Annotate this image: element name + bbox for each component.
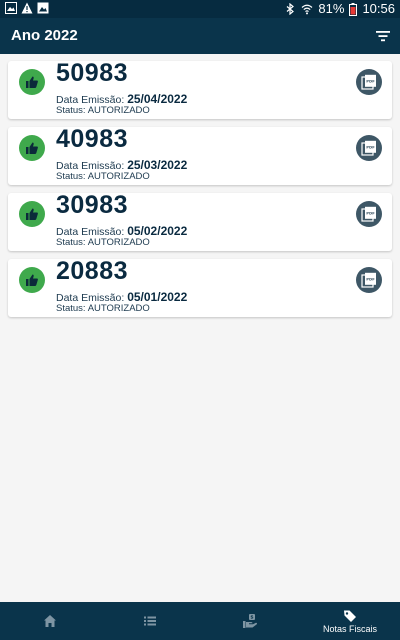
- tag-icon: [344, 610, 356, 622]
- svg-text:$: $: [250, 614, 253, 620]
- hand-coin-icon: $: [243, 613, 258, 628]
- bluetooth-icon: [287, 3, 295, 15]
- pdf-icon: PDF: [361, 74, 376, 90]
- issue-date-value: 25/04/2022: [127, 92, 188, 106]
- battery-percent: 81%: [318, 1, 345, 16]
- wifi-icon: [302, 4, 313, 15]
- issue-date-line: Data Emissão: 05/01/2022: [56, 290, 187, 304]
- thumbs-up-icon: [19, 135, 45, 161]
- nav-list[interactable]: [100, 602, 200, 640]
- status-label: Status:: [56, 171, 86, 182]
- status-line: Status: AUTORIZADO: [56, 237, 150, 248]
- thumbs-up-icon: [19, 267, 45, 293]
- status-value: AUTORIZADO: [87, 237, 150, 248]
- issue-date-line: Data Emissão: 25/04/2022: [56, 92, 187, 106]
- pdf-button[interactable]: PDF: [356, 69, 382, 95]
- nav-payments[interactable]: $: [200, 602, 300, 640]
- filter-icon[interactable]: [374, 27, 392, 45]
- issue-date-line: Data Emissão: 25/03/2022: [56, 158, 187, 172]
- pdf-button[interactable]: PDF: [356, 267, 382, 293]
- warning-icon: [21, 2, 33, 14]
- bottom-navigation: $ Notas Fiscais: [0, 602, 400, 640]
- invoice-card[interactable]: 50983 Data Emissão: 25/04/2022 Status: A…: [8, 59, 392, 119]
- invoice-number: 50983: [56, 59, 129, 87]
- svg-text:PDF: PDF: [366, 145, 375, 150]
- status-value: AUTORIZADO: [87, 303, 150, 314]
- thumbs-up-icon: [19, 69, 45, 95]
- invoice-number: 20883: [56, 257, 129, 285]
- invoice-card[interactable]: 40983 Data Emissão: 25/03/2022 Status: A…: [8, 125, 392, 185]
- svg-text:PDF: PDF: [366, 211, 375, 216]
- nav-home[interactable]: [0, 602, 100, 640]
- issue-date-value: 25/03/2022: [127, 158, 188, 172]
- pdf-button[interactable]: PDF: [356, 135, 382, 161]
- photo-notification-icon: [37, 2, 49, 14]
- status-label: Status:: [56, 303, 86, 314]
- thumbs-up-icon: [19, 201, 45, 227]
- page-title: Ano 2022: [11, 27, 78, 44]
- status-line: Status: AUTORIZADO: [56, 303, 150, 314]
- status-label: Status:: [56, 105, 86, 116]
- issue-date-value: 05/01/2022: [127, 290, 188, 304]
- issue-date-value: 05/02/2022: [127, 224, 188, 238]
- nav-notas-fiscais[interactable]: Notas Fiscais: [300, 602, 400, 640]
- svg-text:PDF: PDF: [366, 277, 375, 282]
- invoice-number: 40983: [56, 125, 129, 153]
- svg-text:PDF: PDF: [366, 79, 375, 84]
- nav-label-notas-fiscais: Notas Fiscais: [322, 623, 377, 634]
- status-value: AUTORIZADO: [87, 171, 150, 182]
- status-label: Status:: [56, 237, 86, 248]
- status-line: Status: AUTORIZADO: [56, 105, 150, 116]
- list-icon: [144, 616, 156, 625]
- battery-icon: [349, 2, 358, 16]
- invoice-list: 50983 Data Emissão: 25/04/2022 Status: A…: [8, 59, 392, 325]
- image-notification-icon: [5, 2, 17, 14]
- issue-date-line: Data Emissão: 05/02/2022: [56, 224, 187, 238]
- pdf-icon: PDF: [361, 272, 376, 288]
- home-icon: [44, 614, 56, 627]
- status-bar: 81% 10:56: [0, 0, 400, 18]
- pdf-icon: PDF: [361, 140, 376, 156]
- status-value: AUTORIZADO: [87, 105, 150, 116]
- invoice-number: 30983: [56, 191, 129, 219]
- status-line: Status: AUTORIZADO: [56, 171, 150, 182]
- app-bar: Ano 2022: [0, 18, 400, 54]
- invoice-card[interactable]: 20883 Data Emissão: 05/01/2022 Status: A…: [8, 257, 392, 317]
- pdf-icon: PDF: [361, 206, 376, 222]
- pdf-button[interactable]: PDF: [356, 201, 382, 227]
- invoice-card[interactable]: 30983 Data Emissão: 05/02/2022 Status: A…: [8, 191, 392, 251]
- clock: 10:56: [362, 1, 395, 16]
